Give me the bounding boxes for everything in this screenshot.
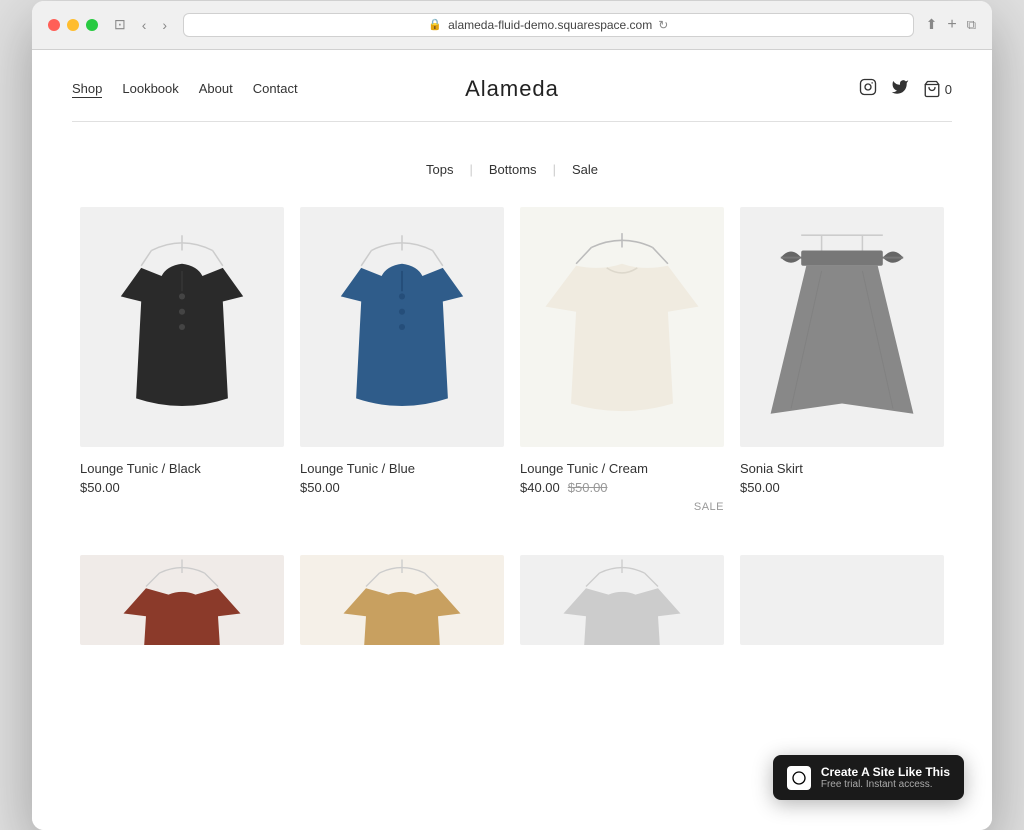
minimize-button[interactable] [67,19,79,31]
product-name-1: Lounge Tunic / Black [80,461,284,476]
product-pricing-4: $50.00 [740,480,944,495]
product-card-row2-4[interactable] [732,555,952,645]
product-card-1[interactable]: Lounge Tunic / Black $50.00 [72,207,292,535]
back-button[interactable]: ‹ [138,15,151,35]
twitter-icon[interactable] [891,78,909,101]
traffic-lights [48,19,98,31]
header-icons: 0 [859,78,952,101]
site-title: Alameda [465,76,559,102]
product-pricing-2: $50.00 [300,480,504,495]
squarespace-logo [787,766,811,790]
products-grid: Lounge Tunic / Black $50.00 [32,207,992,535]
product-card-row2-1[interactable] [72,555,292,645]
product-card-row2-3[interactable] [512,555,732,645]
product-card-row2-2[interactable] [292,555,512,645]
cat-bottoms[interactable]: Bottoms [489,162,537,177]
sq-sub-text: Free trial. Instant access. [821,779,950,790]
forward-button[interactable]: › [158,15,171,35]
nav-contact[interactable]: Contact [253,81,298,98]
squarespace-banner[interactable]: Create A Site Like This Free trial. Inst… [773,755,964,800]
maximize-button[interactable] [86,19,98,31]
reload-icon[interactable]: ↻ [658,18,668,32]
product-price-1: $50.00 [80,480,120,495]
product-name-4: Sonia Skirt [740,461,944,476]
product-card-3[interactable]: Lounge Tunic / Cream $40.00 $50.00 SALE [512,207,732,535]
products-grid-row2 [32,555,992,645]
product-price-2: $50.00 [300,480,340,495]
cat-tops[interactable]: Tops [426,162,453,177]
product-pricing-1: $50.00 [80,480,284,495]
sale-badge-3: SALE [694,501,724,513]
site-content: Shop Lookbook About Contact Alameda [32,50,992,830]
browser-controls: ⊡ ‹ › [110,14,171,35]
product-name-3: Lounge Tunic / Cream [520,461,724,476]
close-button[interactable] [48,19,60,31]
product-original-price-3: $50.00 [568,480,608,495]
nav-shop[interactable]: Shop [72,81,102,98]
product-card-4[interactable]: Sonia Skirt $50.00 [732,207,952,535]
category-nav: Tops | Bottoms | Sale [32,122,992,207]
nav-about[interactable]: About [199,81,233,98]
product-price-3: $40.00 [520,480,560,495]
cat-divider-1: | [469,162,472,177]
nav-lookbook[interactable]: Lookbook [122,81,178,98]
url-text: alameda-fluid-demo.squarespace.com [448,18,652,32]
product-name-2: Lounge Tunic / Blue [300,461,504,476]
browser-window: ⊡ ‹ › 🔒 alameda-fluid-demo.squarespace.c… [32,1,992,830]
browser-chrome: ⊡ ‹ › 🔒 alameda-fluid-demo.squarespace.c… [32,1,992,50]
tabs-icon[interactable]: ⧉ [967,17,976,33]
share-icon[interactable]: ⬆ [926,16,938,33]
product-pricing-3: $40.00 $50.00 [520,480,724,495]
product-price-4: $50.00 [740,480,780,495]
cat-divider-2: | [553,162,556,177]
sq-main-text: Create A Site Like This [821,765,950,779]
sidebar-toggle-icon[interactable]: ⊡ [110,14,130,35]
cart-count: 0 [945,82,952,97]
browser-actions: ⬆ + ⧉ [926,16,976,34]
product-card-2[interactable]: Lounge Tunic / Blue $50.00 [292,207,512,535]
lock-icon: 🔒 [428,18,442,31]
site-header: Shop Lookbook About Contact Alameda [32,50,992,121]
cart-button[interactable]: 0 [923,80,952,98]
cat-sale[interactable]: Sale [572,162,598,177]
new-tab-icon[interactable]: + [947,16,956,34]
main-nav: Shop Lookbook About Contact [72,81,298,98]
instagram-icon[interactable] [859,78,877,101]
address-bar[interactable]: 🔒 alameda-fluid-demo.squarespace.com ↻ [183,13,914,37]
squarespace-banner-text: Create A Site Like This Free trial. Inst… [821,765,950,790]
